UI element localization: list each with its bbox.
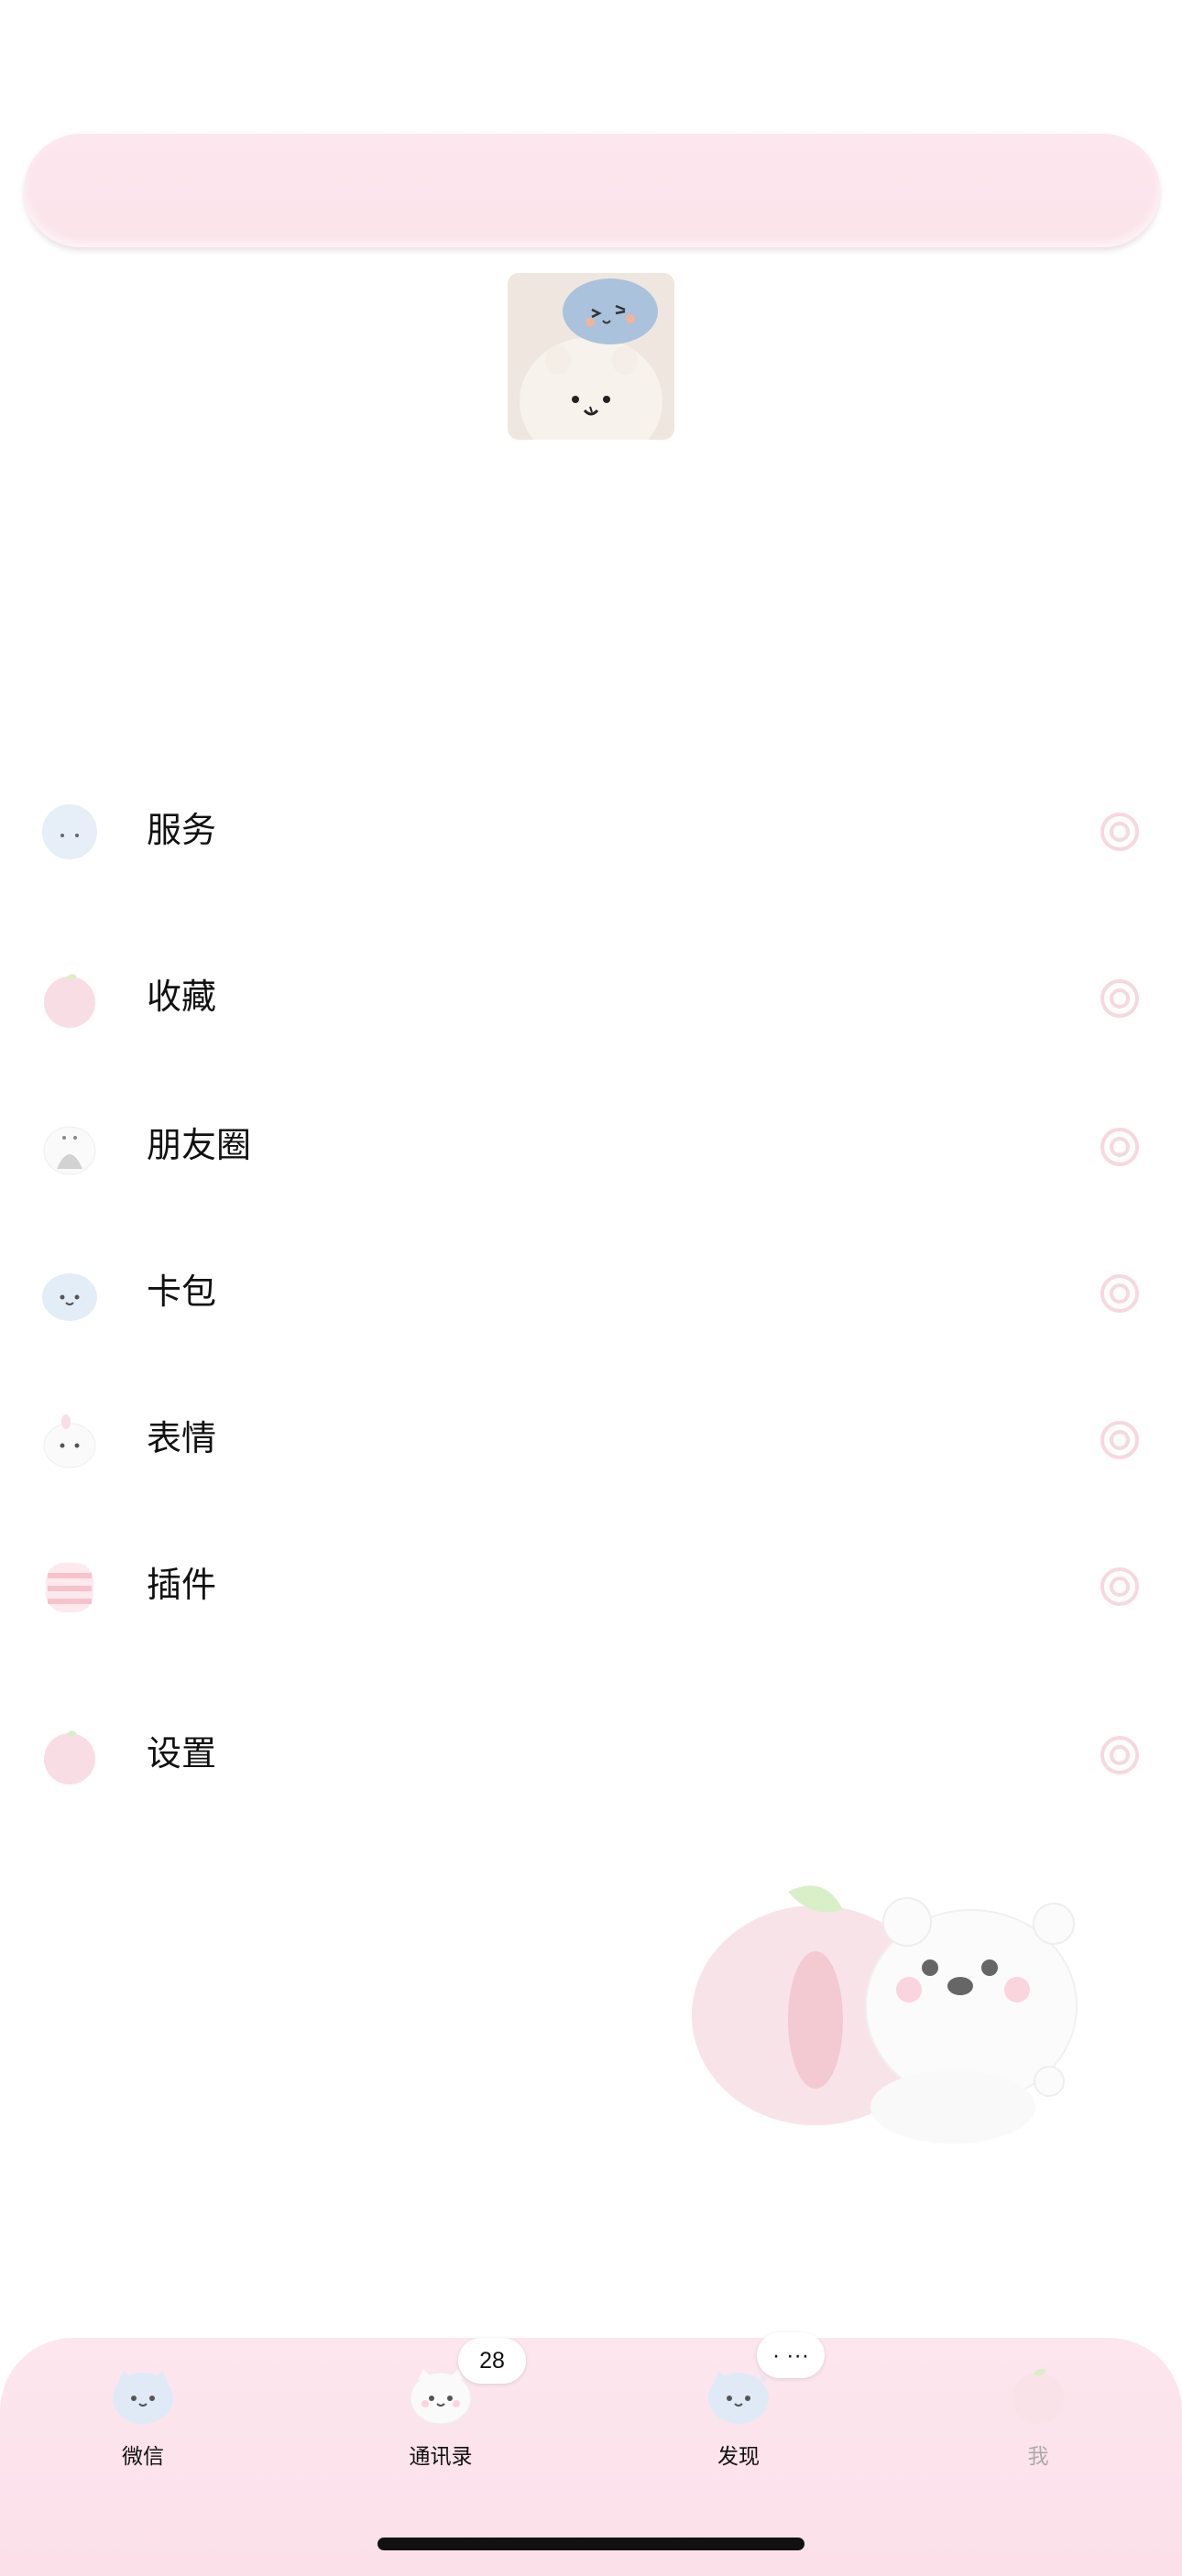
menu-label: 服务 (147, 812, 217, 850)
discover-badge: · ··· (757, 2332, 825, 2378)
swirl-arrow-icon (1100, 1421, 1139, 1459)
tab-label: 微信 (122, 2444, 164, 2468)
peach-icon (44, 1730, 95, 1785)
swirl-arrow-icon (1100, 813, 1139, 851)
swirl-arrow-icon (1100, 1736, 1139, 1774)
avatar-image (508, 273, 674, 440)
menu-item-settings[interactable]: 设置 (0, 1704, 1182, 1805)
striped-cup-icon (46, 1563, 93, 1612)
cloud-cat-icon (42, 804, 97, 859)
white-bunny-icon (43, 1414, 96, 1468)
peach-icon (44, 974, 95, 1028)
menu-label: 插件 (147, 1566, 217, 1605)
tab-discover[interactable]: 发现 (665, 2362, 812, 2472)
tab-label: 通讯录 (409, 2444, 473, 2468)
menu-item-services[interactable]: 服务 (0, 780, 1182, 881)
avatar[interactable] (508, 273, 674, 440)
blue-cat-icon (42, 1273, 97, 1321)
menu-item-moments[interactable]: 朋友圈 (0, 1096, 1182, 1196)
menu-label: 朋友圈 (147, 1127, 252, 1165)
bear-peach-mascot (678, 1869, 1118, 2144)
swirl-arrow-icon (1100, 979, 1139, 1018)
swirl-arrow-icon (1100, 1274, 1139, 1313)
home-indicator[interactable] (378, 2538, 804, 2550)
menu-label: 收藏 (147, 978, 217, 1017)
menu-label: 设置 (147, 1735, 217, 1774)
peach-icon (1012, 2368, 1064, 2424)
menu-item-cards[interactable]: 卡包 (0, 1242, 1182, 1343)
blue-cat-icon (113, 2371, 173, 2424)
swirl-arrow-icon (1100, 1128, 1139, 1166)
tab-chats[interactable]: 微信 (70, 2362, 216, 2472)
bunny-icon (43, 1126, 96, 1175)
tab-me[interactable]: 我 (965, 2362, 1111, 2472)
menu-item-favorites[interactable]: 收藏 (0, 947, 1182, 1048)
contacts-badge: 28 (458, 2338, 526, 2384)
swirl-arrow-icon (1100, 1567, 1139, 1606)
menu-label: 卡包 (147, 1273, 217, 1312)
menu-item-stickers[interactable]: 表情 (0, 1389, 1182, 1490)
tab-label: 发现 (717, 2444, 760, 2468)
blue-cat-icon (708, 2371, 769, 2424)
top-banner (24, 134, 1160, 247)
tab-label: 我 (1027, 2444, 1049, 2468)
menu-label: 表情 (147, 1420, 217, 1458)
menu-item-plugins[interactable]: 插件 (0, 1535, 1182, 1636)
